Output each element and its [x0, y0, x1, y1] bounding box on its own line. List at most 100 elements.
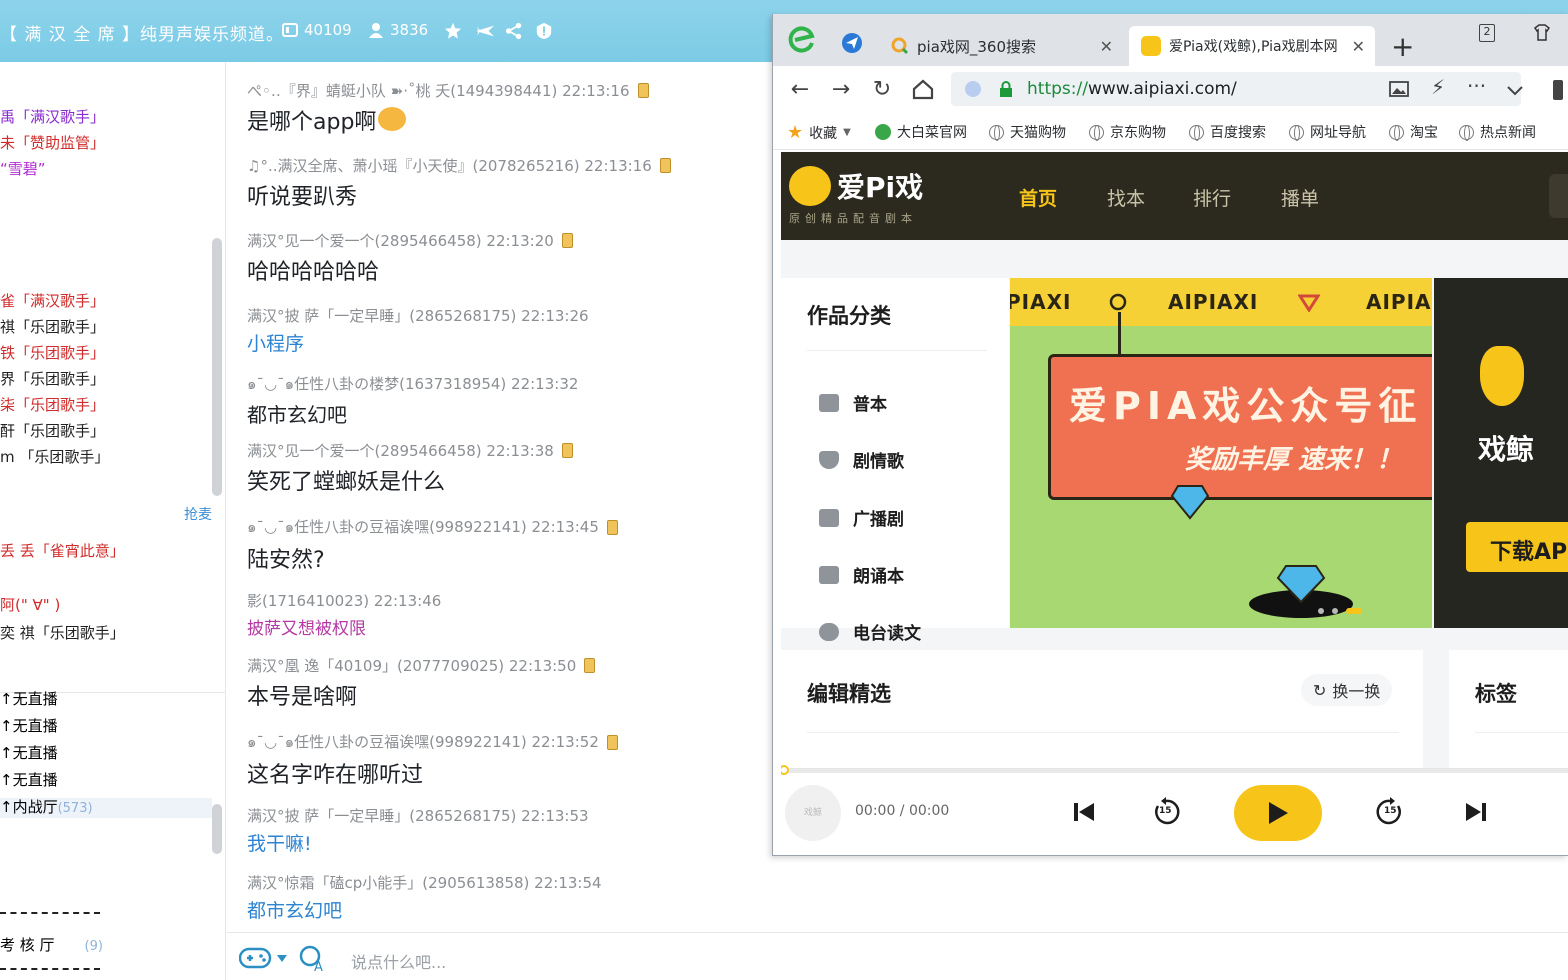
tab-360-search[interactable]: pia戏网_360搜索 ✕: [879, 26, 1123, 66]
banner-subline: 奖励丰厚 速来！！: [1185, 445, 1403, 475]
forward-15-button[interactable]: 15: [1375, 797, 1405, 827]
previous-track-icon[interactable]: [1069, 797, 1099, 827]
gamepad-icon[interactable]: [239, 945, 273, 971]
globe-icon: [1289, 124, 1304, 141]
send-icon[interactable]: [841, 32, 863, 54]
chevron-down-icon[interactable]: [1507, 86, 1523, 96]
carousel-dot[interactable]: [1332, 608, 1338, 614]
member-name: 禹「满汉歌手」: [0, 108, 106, 126]
refresh-button[interactable]: ↻ 换一换: [1301, 674, 1393, 706]
member-row[interactable]: 祺「乐团歌手」: [0, 318, 105, 336]
member-row[interactable]: 界「乐团歌手」: [0, 370, 105, 388]
channel-list-scrollbar[interactable]: [212, 804, 222, 854]
site-mascot-logo-icon[interactable]: [789, 166, 831, 206]
tab-count-badge[interactable]: 2: [1479, 24, 1495, 42]
share-icon[interactable]: [505, 22, 523, 40]
channel-row-inner-hall[interactable]: ↑内战厅(573): [0, 798, 212, 818]
category-item[interactable]: 电台读文: [819, 619, 921, 644]
nav-ranking[interactable]: 排行: [1193, 184, 1231, 211]
queue-name: 奕 祺「乐团歌手」: [0, 624, 125, 642]
category-item[interactable]: 剧情歌: [819, 447, 904, 472]
reload-icon[interactable]: ↻: [869, 76, 895, 102]
back-icon[interactable]: ←: [787, 76, 813, 102]
info-icon[interactable]: [535, 22, 553, 40]
browser-logo-icon[interactable]: [787, 26, 817, 54]
bookmark-item[interactable]: 百度搜索: [1189, 122, 1266, 142]
category-item[interactable]: 朗诵本: [819, 562, 904, 587]
queue-row[interactable]: 阿(" ∀" ): [0, 596, 60, 614]
channel-row[interactable]: ↑无直播: [0, 690, 58, 708]
queue-name: 丢 丢「雀宵此意」: [0, 542, 125, 560]
queue-row[interactable]: 丢 丢「雀宵此意」: [0, 542, 125, 560]
message-meta: ๑¯◡¯๑任性八卦の楼梦(1637318954) 22:13:32: [247, 375, 579, 393]
globe-icon: [1189, 124, 1204, 141]
member-row[interactable]: 雀「满汉歌手」: [0, 292, 105, 310]
member-row[interactable]: 酐「乐团歌手」: [0, 422, 105, 440]
category-panel: 作品分类 普本 剧情歌 广播剧 朗诵本 电台读文: [781, 278, 1009, 644]
member-row[interactable]: “雪碧”: [0, 160, 46, 178]
channel-row[interactable]: ↑无直播: [0, 771, 58, 789]
grab-mic-link[interactable]: 抢麦: [184, 504, 212, 524]
playback-progress[interactable]: [781, 765, 1568, 775]
next-track-icon[interactable]: [1461, 797, 1491, 827]
star-icon[interactable]: [444, 22, 462, 40]
extensions-icon[interactable]: [1553, 80, 1563, 100]
member-row[interactable]: 柒「乐团歌手」: [0, 396, 105, 414]
close-tab-icon[interactable]: ✕: [1347, 36, 1365, 56]
plane-icon[interactable]: [474, 22, 496, 40]
bookmark-item[interactable]: 淘宝: [1389, 122, 1438, 142]
site-search-box[interactable]: [1549, 174, 1568, 218]
circle-icon: [1109, 293, 1127, 311]
bookmark-item[interactable]: 天猫购物: [989, 122, 1066, 142]
whale-mascot-icon: [1480, 346, 1524, 406]
channel-row[interactable]: ↑无直播: [0, 717, 58, 735]
member-row[interactable]: 禹「满汉歌手」: [0, 108, 105, 126]
carousel-dot-active[interactable]: [1346, 608, 1362, 614]
rewind-15-button[interactable]: 15: [1151, 797, 1181, 827]
promo-banner[interactable]: PIAXI AIPIAXI AIPIA 爱PIA戏公众号征 奖励丰厚 速来！！: [1010, 278, 1432, 628]
category-item[interactable]: 广播剧: [819, 505, 904, 530]
bookmark-favorites[interactable]: ★ 收藏 ▼: [787, 122, 851, 143]
forward-icon[interactable]: →: [828, 76, 854, 102]
new-tab-icon[interactable]: +: [1391, 30, 1414, 63]
message-meta: 影(1716410023) 22:13:46: [247, 592, 442, 610]
member-name: 界「乐团歌手」: [0, 370, 106, 388]
bookmark-item[interactable]: 网址导航: [1289, 122, 1366, 142]
close-tab-icon[interactable]: ✕: [1100, 37, 1113, 56]
message-input[interactable]: 说点什么吧...: [351, 949, 446, 973]
download-app-button[interactable]: 下载APP: [1466, 522, 1568, 572]
lightning-icon[interactable]: ⚡: [1431, 75, 1445, 99]
play-button[interactable]: [1234, 785, 1322, 841]
queue-row[interactable]: 奕 祺「乐团歌手」: [0, 624, 125, 642]
carousel-dots[interactable]: [1318, 608, 1362, 614]
url-field[interactable]: https://www.aipiaxi.com/ ⚡ ···: [951, 72, 1521, 106]
member-name: m 「乐团歌手」: [0, 448, 110, 466]
carousel-dot[interactable]: [1318, 608, 1324, 614]
category-item[interactable]: 普本: [819, 390, 887, 415]
shirt-icon[interactable]: [1533, 24, 1551, 42]
more-icon[interactable]: ···: [1467, 74, 1486, 98]
member-row[interactable]: 铁「乐团歌手」: [0, 344, 105, 362]
tab-aipiaxi[interactable]: 爱Pia戏(戏鲸),Pia戏剧本网 ✕: [1129, 26, 1375, 66]
bookmark-item[interactable]: 大白菜官网: [875, 122, 967, 142]
chevron-down-icon[interactable]: [277, 955, 287, 963]
channel-row-assess-hall[interactable]: 考 核 厅 (9): [0, 936, 103, 956]
separator-line: [0, 912, 100, 914]
category-label: 电台读文: [853, 624, 921, 644]
bookmark-item[interactable]: 热点新闻: [1459, 122, 1536, 142]
home-icon[interactable]: [910, 76, 936, 102]
message-meta: ♫°..满汉全席、萧小瑶『小天使』(2078265216) 22:13:16: [247, 157, 652, 175]
channel-row[interactable]: ↑无直播: [0, 744, 58, 762]
bookmark-item[interactable]: 京东购物: [1089, 122, 1166, 142]
nav-playlist[interactable]: 播单: [1281, 184, 1319, 211]
image-icon[interactable]: [1389, 81, 1409, 97]
nav-home[interactable]: 首页: [1019, 184, 1057, 211]
translate-icon[interactable]: A: [299, 945, 327, 973]
site-logo-text[interactable]: 爱Pi戏: [837, 166, 923, 206]
progress-knob[interactable]: [781, 765, 789, 775]
member-row[interactable]: 未「赞助监管」: [0, 134, 105, 152]
svg-text:A: A: [314, 960, 323, 973]
member-list-scrollbar[interactable]: [212, 238, 222, 496]
nav-find-script[interactable]: 找本: [1107, 184, 1145, 211]
member-row[interactable]: m 「乐团歌手」: [0, 448, 109, 466]
